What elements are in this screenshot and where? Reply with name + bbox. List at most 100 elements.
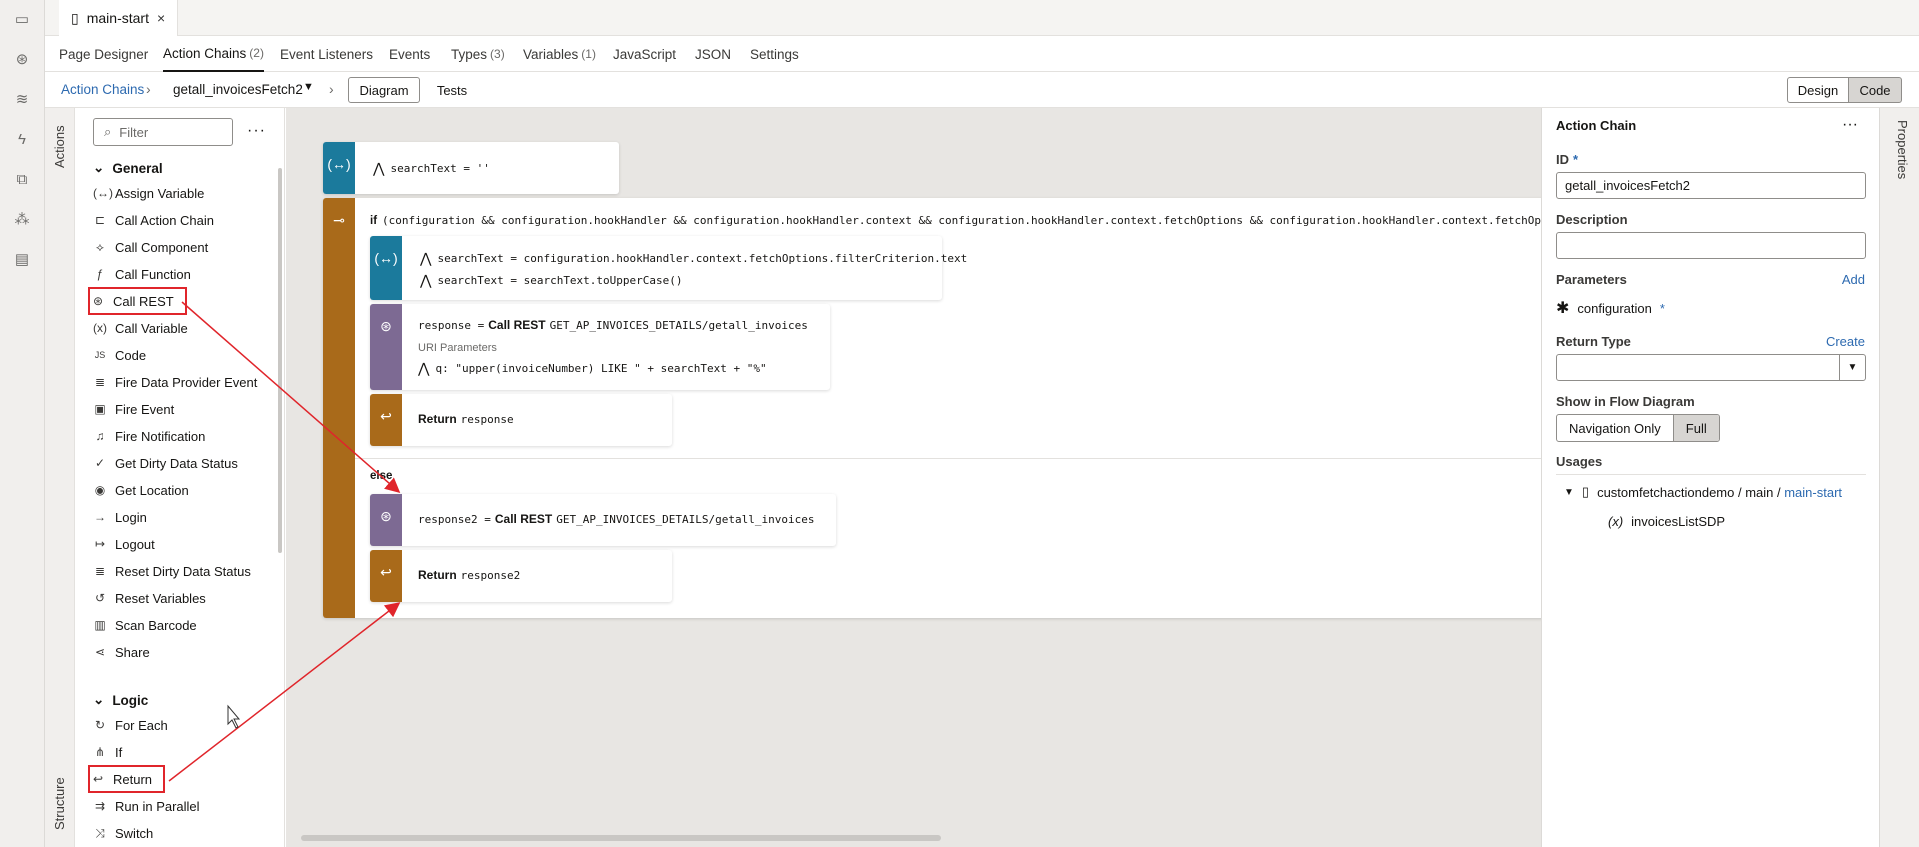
tab-variables[interactable]: Variables (1) [523,36,596,72]
monitor-icon[interactable]: ▭ [13,10,31,28]
close-icon[interactable]: × [157,10,165,26]
palette-scrollbar[interactable] [278,168,282,553]
action-code[interactable]: JS Code [93,344,146,366]
action-fire-data-provider-event[interactable]: ≣ Fire Data Provider Event [93,371,257,393]
return-node[interactable]: ↩ Return response [370,394,672,446]
rest-icon: ⊛ [92,294,104,308]
action-fire-notification[interactable]: ♫ Fire Notification [93,425,206,447]
section-logic[interactable]: ⌄ Logic [93,692,148,708]
barcode-icon: ▥ [94,618,106,632]
action-assign-variable[interactable]: (↔) Assign Variable [93,182,204,204]
chain-selector[interactable]: getall_invoicesFetch2 [173,82,303,97]
rest-icon[interactable]: ⊛ [13,50,31,68]
parameter-item[interactable]: ✱ configuration * [1556,298,1665,318]
action-call-variable[interactable]: (x) Call Variable [93,317,188,339]
usage-page-row[interactable]: ▼ ▯ customfetchactiondemo / main / main-… [1564,484,1842,500]
expand-icon[interactable]: ▼ [1564,487,1574,498]
diagram-button[interactable]: Diagram [348,77,420,103]
chevron-down-icon[interactable]: ▼ [303,81,314,93]
flow-diagram-toggle: Navigation Only Full [1556,414,1720,442]
breadcrumb-action-chains[interactable]: Action Chains [61,82,144,97]
lambda-icon: ⋀ [373,160,385,176]
id-value: getall_invoicesFetch2 [1565,178,1691,193]
item-label: Fire Notification [115,428,206,444]
action-reset-dirty-data-status[interactable]: ≣ Reset Dirty Data Status [93,560,251,582]
filter-placeholder: Filter [119,124,149,140]
return-type-select[interactable]: ▼ [1556,354,1866,381]
assign-variable-node[interactable]: (↔) ⋀ searchText = '' [323,142,619,194]
action-return[interactable]: ↩ Return [87,765,166,793]
tab-event-listeners[interactable]: Event Listeners [280,36,373,72]
tab-types[interactable]: Types (3) [451,36,505,72]
description-field[interactable] [1556,232,1866,259]
action-get-location[interactable]: ◉ Get Location [93,479,189,501]
flow-diagram-label: Show in Flow Diagram [1556,394,1695,409]
database-icon[interactable]: ≋ [13,90,31,108]
assign-variables-node[interactable]: (↔) ⋀ searchText = configuration.hookHand… [370,236,967,300]
chevron-right-icon: › [329,81,334,97]
filter-input[interactable]: ⌕ Filter [93,118,233,146]
lambda-icon: ⋀ [418,360,430,376]
more-options-icon[interactable]: ··· [1842,116,1858,134]
code-button[interactable]: Code [1848,77,1902,103]
action-logout[interactable]: ↦ Logout [93,533,155,555]
call-rest-node[interactable]: ⊛ response = Call REST GET_AP_INVOICES_D… [370,304,830,390]
parameter-name: configuration [1577,300,1652,316]
action-share[interactable]: ⋖ Share [93,641,150,663]
usage-variable-row[interactable]: (x) invoicesListSDP [1608,514,1725,529]
action-fire-event[interactable]: ▣ Fire Event [93,398,174,420]
chevron-down-icon[interactable]: ▼ [1839,355,1865,380]
item-label: Logout [115,536,155,552]
return-value: response [460,412,514,426]
more-options-icon[interactable]: ··· [247,122,266,140]
chain-icon: ⊏ [94,213,106,227]
action-reset-variables[interactable]: ↺ Reset Variables [93,587,206,609]
tab-label: Events [389,46,431,62]
actions-side-tab[interactable]: Actions [52,125,67,168]
properties-side-tab[interactable]: Properties [1895,120,1910,179]
if-node[interactable]: ⊸ if (configuration && configuration.hoo… [323,198,1541,618]
assign-icon: (↔) [370,236,402,300]
action-if[interactable]: ⋔ If [93,741,122,763]
lightning-icon[interactable]: ϟ [13,130,31,148]
call-rest-node-else[interactable]: ⊛ response2 = Call REST GET_AP_INVOICES_… [370,494,836,546]
tab-settings[interactable]: Settings [750,36,799,72]
design-button[interactable]: Design [1787,77,1849,103]
file-tab-main-start[interactable]: ▯ main-start × [59,0,179,36]
puzzle-icon[interactable]: ⧉ [13,170,31,188]
tab-events[interactable]: Events [389,36,430,72]
action-call-component[interactable]: ⟡ Call Component [93,236,208,258]
canvas-scrollbar[interactable] [301,835,941,841]
document-icon[interactable]: ▤ [13,250,31,268]
tab-page-designer[interactable]: Page Designer [59,36,148,72]
action-for-each[interactable]: ↻ For Each [93,714,168,736]
id-field[interactable]: getall_invoicesFetch2 [1556,172,1866,199]
usage-page-link[interactable]: main-start [1784,485,1842,500]
action-run-in-parallel[interactable]: ⇉ Run in Parallel [93,795,200,817]
full-option[interactable]: Full [1672,415,1719,441]
return-node-else[interactable]: ↩ Return response2 [370,550,672,602]
usages-label: Usages [1556,454,1603,469]
action-get-dirty-data-status[interactable]: ✓ Get Dirty Data Status [93,452,238,474]
action-call-action-chain[interactable]: ⊏ Call Action Chain [93,209,214,231]
section-general[interactable]: ⌄ General [93,160,163,176]
reset-icon: ↺ [94,591,106,605]
tab-json[interactable]: JSON [695,36,731,72]
action-switch[interactable]: ⤨ Switch [93,822,153,844]
action-scan-barcode[interactable]: ▥ Scan Barcode [93,614,196,636]
action-call-function[interactable]: ƒ Call Function [93,263,191,285]
structure-side-tab[interactable]: Structure [52,777,67,830]
tab-javascript[interactable]: JavaScript [613,36,676,72]
item-label: Fire Event [115,401,175,417]
action-call-rest[interactable]: ⊛ Call REST [88,287,187,315]
action-login[interactable]: → Login [93,506,147,528]
tests-button[interactable]: Tests [427,77,477,103]
description-label: Description [1556,212,1628,227]
navigation-only-option[interactable]: Navigation Only [1557,415,1673,441]
item-label: Call Function [115,266,191,282]
uri-param-q: q: "upper(invoiceNumber) LIKE " + search… [435,362,767,375]
add-parameter-link[interactable]: Add [1842,272,1865,287]
components-icon[interactable]: ⁂ [13,210,31,228]
create-type-link[interactable]: Create [1826,334,1865,349]
tab-action-chains[interactable]: Action Chains (2) [163,36,264,72]
